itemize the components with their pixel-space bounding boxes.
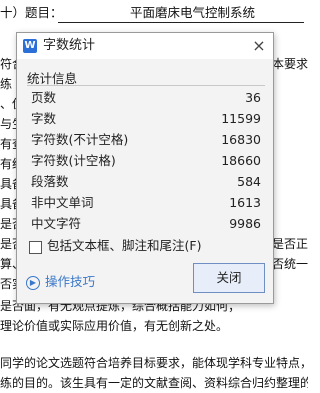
dialog-title: 字数统计 — [43, 38, 96, 53]
wps-writer-icon: W — [23, 39, 37, 53]
stat-label: 字符数(不计空格) — [31, 132, 129, 147]
doc-line-fragment-right: 本要求 — [271, 57, 308, 71]
stat-label: 中文字符 — [31, 216, 82, 231]
close-button[interactable]: 关闭 — [193, 263, 265, 293]
stat-row-non-chinese-words: 非中文单词 1613 — [31, 194, 261, 212]
stat-label: 段落数 — [31, 174, 69, 189]
stat-row-chars-with-spaces: 字符数(计空格) 18660 — [31, 152, 261, 170]
close-icon[interactable]: × — [249, 36, 269, 56]
stat-row-pages: 页数 36 — [31, 89, 261, 107]
stat-value: 584 — [237, 174, 261, 189]
include-textboxes-checkbox[interactable] — [29, 241, 42, 254]
word-count-dialog: W 字数统计 × 统计信息 页数 36 字数 11599 字符数(不计空格) 1… — [16, 32, 274, 304]
stat-value: 11599 — [221, 111, 261, 126]
stat-value: 1613 — [229, 195, 261, 210]
stat-value: 36 — [245, 90, 261, 105]
doc-line-fragment: 练 — [0, 77, 13, 91]
stat-label: 页数 — [31, 90, 57, 105]
document-title: 平面磨床电气控制系统 — [130, 5, 256, 20]
play-tips-icon[interactable]: ▶ — [26, 276, 40, 290]
stat-row-chars-no-spaces: 字符数(不计空格) 16830 — [31, 131, 261, 149]
stat-value: 9986 — [229, 216, 261, 231]
stat-label: 非中文单词 — [31, 195, 94, 210]
doc-line: 练的目的。该生具有一定的文献查阅、资料综合归约整理的 — [0, 376, 308, 390]
stat-row-words: 字数 11599 — [31, 110, 261, 128]
include-textboxes-label[interactable]: 包括文本框、脚注和尾注(F) — [47, 238, 201, 254]
stat-label: 字数 — [31, 111, 57, 126]
group-divider — [27, 85, 265, 86]
dialog-titlebar[interactable]: W 字数统计 × — [17, 33, 273, 59]
stat-label: 字符数(计空格) — [31, 153, 116, 168]
doc-line-fragment-right: 是否正 — [271, 237, 308, 251]
stat-row-paragraphs: 段落数 584 — [31, 173, 261, 191]
title-prefix: 十）题目： — [0, 5, 63, 20]
stat-row-chinese-chars: 中文字符 9986 — [31, 215, 261, 233]
doc-line-fragment-right: 否统一 — [271, 257, 308, 271]
tips-link[interactable]: 操作技巧 — [45, 274, 95, 290]
stat-value: 18660 — [221, 153, 261, 168]
stat-value: 16830 — [221, 132, 261, 147]
title-underline — [58, 22, 304, 23]
doc-line: 理论价值或实际应用价值，有无创新之处。 — [0, 319, 229, 333]
doc-line: 同学的论文选题符合培养目标要求，能体现学科专业特点， — [0, 356, 308, 370]
